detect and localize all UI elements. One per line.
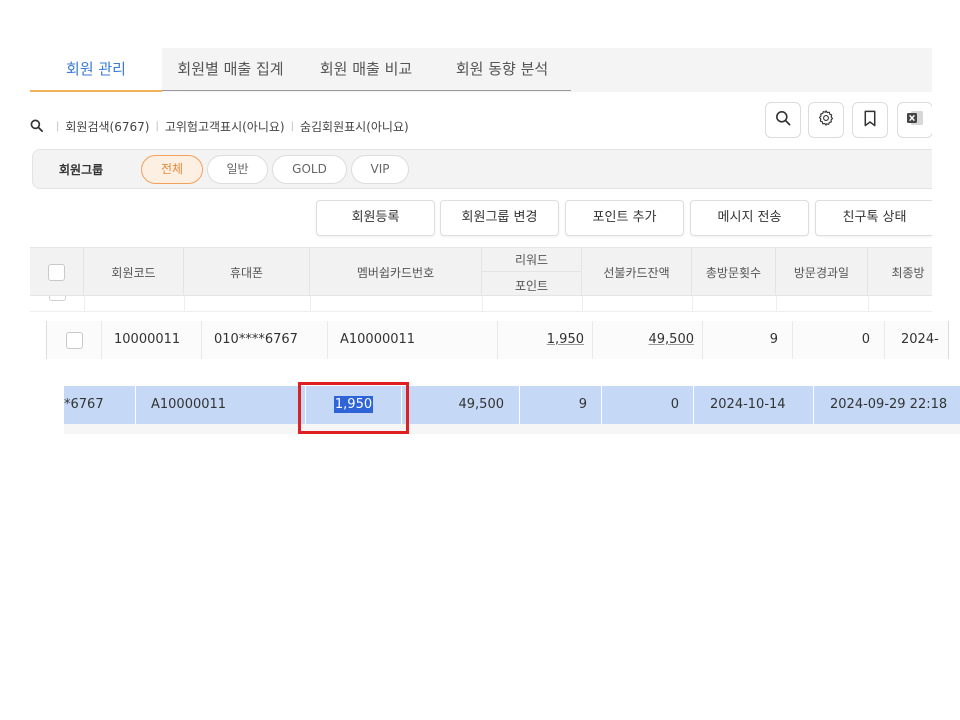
chip-vip[interactable]: VIP bbox=[351, 155, 409, 184]
excel-icon bbox=[905, 108, 925, 132]
cell-days-since-visit: 0 bbox=[602, 386, 694, 424]
separator: | bbox=[56, 120, 60, 132]
filter-high-risk[interactable]: 고위험고객표시(아니요) bbox=[165, 118, 285, 135]
bookmark-button[interactable] bbox=[852, 102, 888, 138]
chip-gold[interactable]: GOLD bbox=[272, 155, 347, 184]
column-divider bbox=[582, 296, 583, 312]
header-last-visit[interactable]: 최종방 bbox=[868, 248, 932, 297]
header-phone[interactable]: 휴대폰 bbox=[184, 248, 310, 297]
header-membership-card[interactable]: 멤버쉽카드번호 bbox=[310, 248, 482, 297]
separator: | bbox=[290, 120, 294, 132]
member-group-filter: 회원그룹 전체 일반 GOLD VIP bbox=[32, 149, 932, 189]
chip-all[interactable]: 전체 bbox=[141, 155, 203, 184]
search-icon bbox=[775, 110, 791, 130]
row-below-partial bbox=[64, 424, 960, 434]
annotation-highlight-box bbox=[298, 382, 409, 434]
table-header: 회원코드 휴대폰 멤버쉽카드번호 리워드 포인트 선불카드잔액 총방문횟수 방문… bbox=[30, 247, 932, 297]
tab-member-sales-summary[interactable]: 회원별 매출 집계 bbox=[162, 48, 299, 90]
cell-days-since-visit: 0 bbox=[793, 321, 885, 359]
add-point-button[interactable]: 포인트 추가 bbox=[565, 200, 684, 236]
change-group-button[interactable]: 회원그룹 변경 bbox=[440, 200, 559, 236]
tab-member-trend-analysis[interactable]: 회원 동향 분석 bbox=[433, 48, 571, 90]
table-row[interactable]: 10000011 010****6767 A10000011 1,950 49,… bbox=[46, 321, 949, 359]
row-checkbox[interactable] bbox=[49, 296, 66, 301]
filter-member-search[interactable]: 회원검색(6767) bbox=[65, 118, 149, 135]
search-button[interactable] bbox=[765, 102, 801, 138]
filter-hidden-members[interactable]: 숨김회원표시(아니요) bbox=[300, 118, 409, 135]
header-point[interactable]: 포인트 bbox=[482, 273, 582, 297]
member-group-label: 회원그룹 bbox=[59, 163, 104, 177]
header-days-since-visit[interactable]: 방문경과일 bbox=[776, 248, 868, 297]
cell-last-visit: 2024-10 bbox=[901, 332, 939, 347]
point-link[interactable]: 1,950 bbox=[547, 332, 584, 347]
bookmark-icon bbox=[863, 110, 877, 131]
tab-bar: 회원 관리 회원별 매출 집계 회원 매출 비교 회원 동향 분석 bbox=[30, 48, 932, 92]
row-checkbox[interactable] bbox=[65, 331, 83, 349]
cell-join-datetime: 2024-09-29 22:18 bbox=[830, 397, 948, 412]
gear-icon bbox=[817, 109, 835, 131]
separator: | bbox=[155, 120, 159, 132]
chip-general[interactable]: 일반 bbox=[207, 155, 268, 184]
column-divider bbox=[482, 296, 483, 312]
table-row-partial bbox=[30, 296, 932, 312]
member-management-panel: 회원 관리 회원별 매출 집계 회원 매출 비교 회원 동향 분석 | 회원검색… bbox=[30, 48, 932, 312]
register-member-button[interactable]: 회원등록 bbox=[316, 200, 435, 236]
cell-phone: *6767 bbox=[64, 386, 136, 424]
send-message-button[interactable]: 메시지 전송 bbox=[690, 200, 809, 236]
tab-divider bbox=[162, 90, 571, 91]
table-row-selected[interactable]: *6767 A10000011 1,950 49,500 9 0 2024-10… bbox=[64, 386, 960, 434]
cell-total-visits: 9 bbox=[703, 321, 793, 359]
header-checkbox-cell bbox=[30, 248, 84, 297]
row-checkbox-cell bbox=[47, 321, 102, 359]
header-prepaid-balance[interactable]: 선불카드잔액 bbox=[582, 248, 692, 297]
header-member-code[interactable]: 회원코드 bbox=[84, 248, 184, 297]
excel-export-button[interactable] bbox=[897, 102, 932, 138]
column-divider bbox=[776, 296, 777, 312]
cell-phone: 010****6767 bbox=[202, 321, 328, 359]
header-reward[interactable]: 리워드 bbox=[482, 248, 582, 272]
friendtalk-status-button[interactable]: 친구톡 상태 bbox=[815, 200, 932, 236]
cell-membership-card: A10000011 bbox=[136, 386, 306, 424]
tab-member-sales-compare[interactable]: 회원 매출 비교 bbox=[299, 48, 433, 90]
prepaid-link[interactable]: 49,500 bbox=[649, 332, 695, 347]
cell-total-visits: 9 bbox=[520, 386, 602, 424]
header-total-visits[interactable]: 총방문횟수 bbox=[692, 248, 776, 297]
tab-member-management[interactable]: 회원 관리 bbox=[30, 48, 162, 92]
cell-membership-card: A10000011 bbox=[328, 321, 498, 359]
cell-prepaid-balance: 49,500 bbox=[402, 386, 520, 424]
search-icon[interactable] bbox=[30, 119, 44, 133]
column-divider bbox=[868, 296, 869, 312]
column-divider bbox=[692, 296, 693, 312]
column-divider bbox=[310, 296, 311, 312]
cell-prepaid-balance: 49,500 bbox=[593, 321, 703, 359]
settings-button[interactable] bbox=[808, 102, 844, 138]
column-divider bbox=[84, 296, 85, 312]
cell-member-code: 10000011 bbox=[102, 321, 202, 359]
select-all-checkbox[interactable] bbox=[48, 264, 65, 281]
cell-point: 1,950 bbox=[498, 321, 593, 359]
filter-summary: | 회원검색(6767) | 고위험고객표시(아니요) | 숨김회원표시(아니요… bbox=[30, 116, 409, 136]
cell-last-visit: 2024-10-14 bbox=[694, 386, 814, 424]
column-divider bbox=[184, 296, 185, 312]
